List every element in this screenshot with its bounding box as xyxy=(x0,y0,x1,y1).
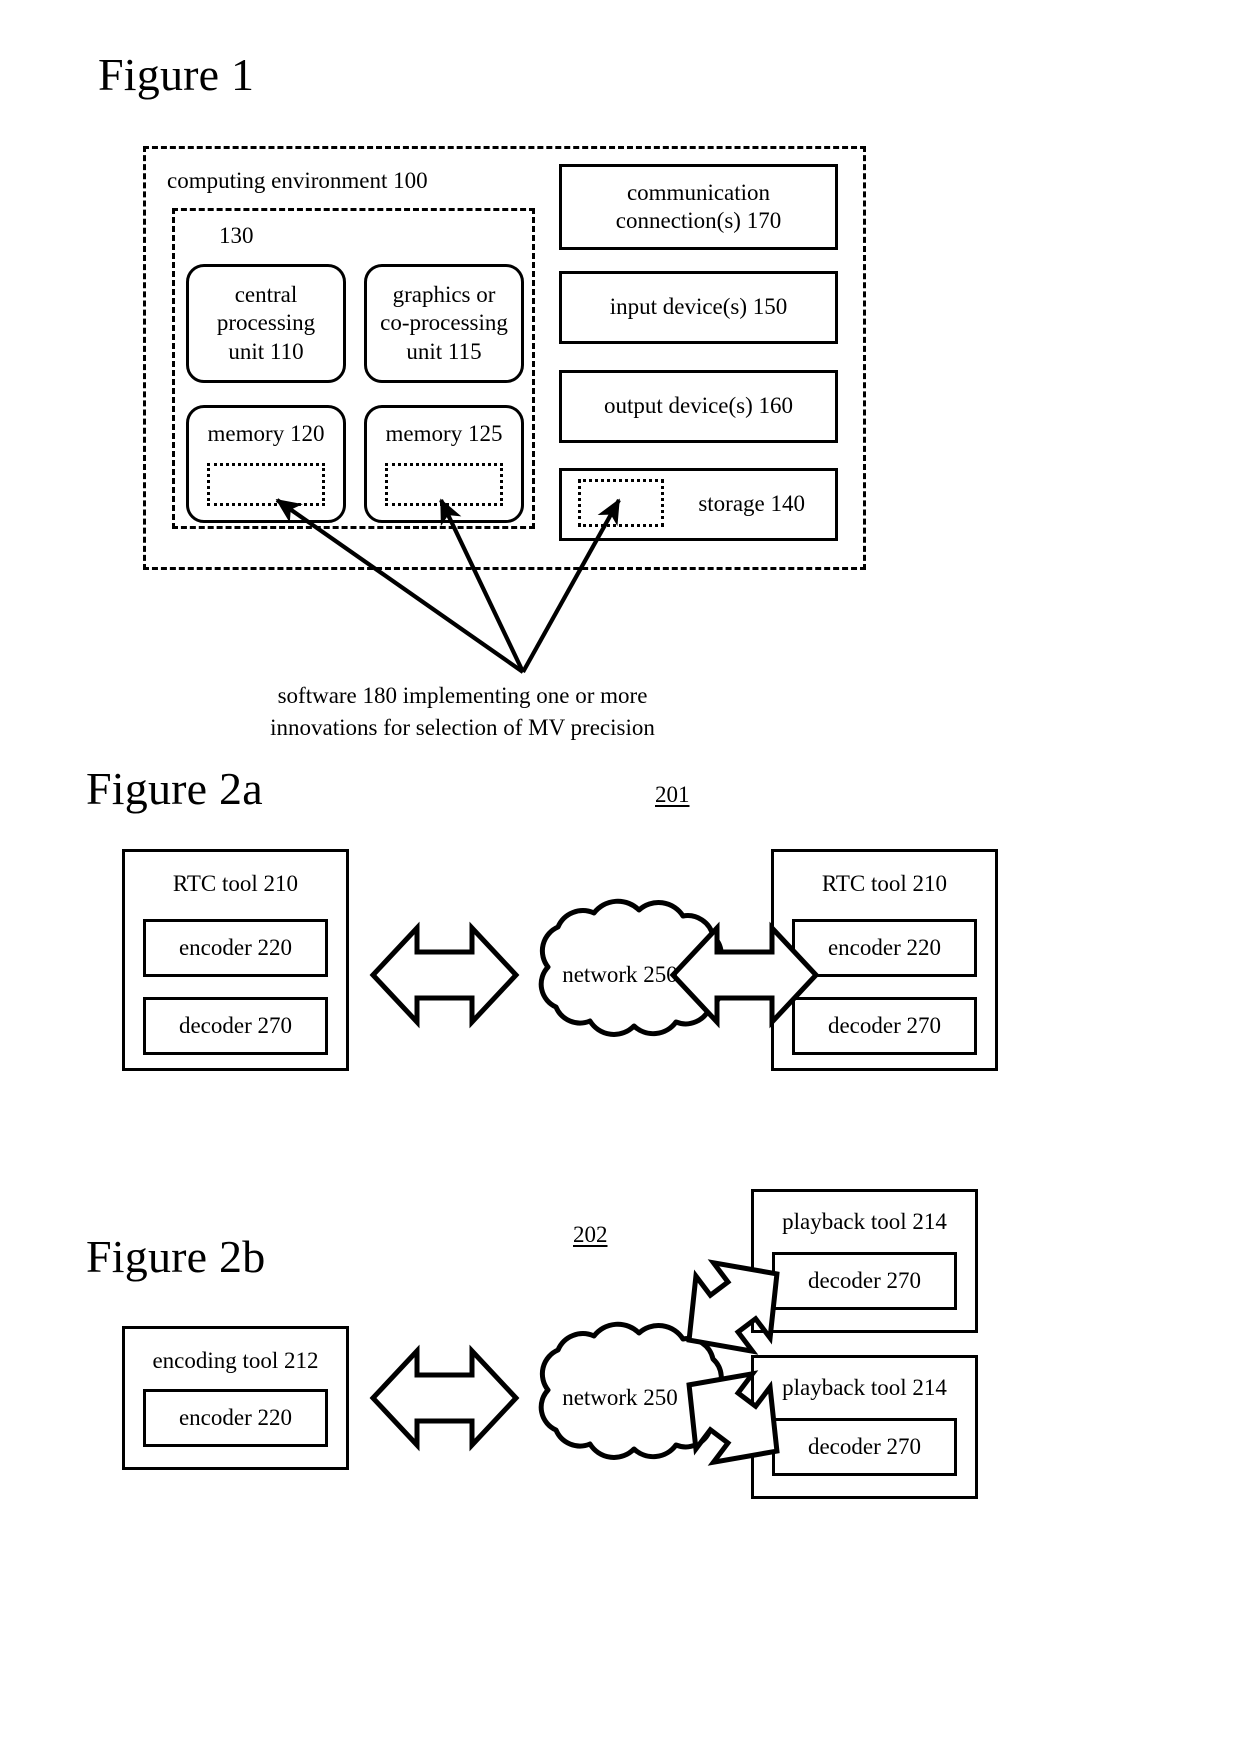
computing-environment-label: computing environment 100 xyxy=(167,168,428,193)
figure-2b-title: Figure 2b xyxy=(86,1231,266,1282)
rtc-tool-left-decoder-label: decoder 270 xyxy=(178,1013,293,1038)
graphics-coprocessing-unit-box: graphics or co-processing unit 115 xyxy=(364,264,524,383)
gpu-line-1: graphics or xyxy=(392,282,496,308)
memory-120-label: memory 120 xyxy=(207,421,325,446)
figure-2a-ref-number: 201 xyxy=(655,782,690,807)
playback-tool-bottom-decoder-box: decoder 270 xyxy=(772,1418,957,1476)
memory-125-label: memory 125 xyxy=(385,421,503,446)
rtc-tool-left-decoder-box: decoder 270 xyxy=(143,997,328,1055)
comm-line-2: connection(s) 170 xyxy=(615,208,782,233)
software-caption-line-2: innovations for selection of MV precisio… xyxy=(270,715,655,740)
rtc-tool-right-encoder-box: encoder 220 xyxy=(792,919,977,977)
playback-tool-bottom-decoder-label: decoder 270 xyxy=(807,1434,922,1459)
rtc-tool-left-encoder-box: encoder 220 xyxy=(143,919,328,977)
communication-connections-box: communication connection(s) 170 xyxy=(559,164,838,250)
rtc-tool-right-title: RTC tool 210 xyxy=(821,871,948,896)
output-devices-label: output device(s) 160 xyxy=(603,393,794,419)
cpu-line-3: unit 110 xyxy=(228,338,304,364)
rtc-tool-right-decoder-box: decoder 270 xyxy=(792,997,977,1055)
input-devices-box: input device(s) 150 xyxy=(559,271,838,344)
patent-figure-sheet: Figure 1 computing environment 100 130 c… xyxy=(0,0,1240,1759)
software-caption-line-1: software 180 implementing one or more xyxy=(277,683,648,708)
playback-tool-top-decoder-box: decoder 270 xyxy=(772,1252,957,1310)
cpu-line-2: processing xyxy=(216,310,316,336)
network-label-2b: network 250 xyxy=(562,1385,678,1410)
playback-tool-top-title: playback tool 214 xyxy=(782,1209,947,1234)
software-in-memory-125 xyxy=(385,463,503,506)
figure-2a-title: Figure 2a xyxy=(86,763,263,814)
software-in-storage xyxy=(578,479,664,527)
encoding-tool-title: encoding tool 212 xyxy=(152,1348,319,1373)
rtc-tool-left-encoder-label: encoder 220 xyxy=(178,935,293,960)
rtc-tool-right-decoder-label: decoder 270 xyxy=(827,1013,942,1038)
input-devices-label: input device(s) 150 xyxy=(609,294,788,320)
rtc-tool-left-title: RTC tool 210 xyxy=(172,871,299,896)
gpu-line-2: co-processing xyxy=(380,310,508,336)
figure-1-title: Figure 1 xyxy=(98,49,255,100)
software-in-memory-120 xyxy=(207,463,325,506)
processing-unit-group-label: 130 xyxy=(219,223,254,248)
figure-2b-ref-number: 202 xyxy=(573,1222,608,1247)
rtc-tool-right-encoder-label: encoder 220 xyxy=(827,935,942,960)
output-devices-box: output device(s) 160 xyxy=(559,370,838,443)
playback-tool-bottom-title: playback tool 214 xyxy=(782,1375,947,1400)
comm-line-1: communication xyxy=(626,179,771,205)
gpu-line-3: unit 115 xyxy=(406,338,482,364)
network-label-2a: network 250 xyxy=(562,962,678,987)
storage-label: storage 140 xyxy=(698,491,805,517)
cpu-line-1: central xyxy=(234,282,298,308)
central-processing-unit-box: central processing unit 110 xyxy=(186,264,346,383)
encoding-tool-encoder-box: encoder 220 xyxy=(143,1389,328,1447)
encoding-tool-encoder-label: encoder 220 xyxy=(178,1405,293,1430)
playback-tool-top-decoder-label: decoder 270 xyxy=(807,1268,922,1293)
